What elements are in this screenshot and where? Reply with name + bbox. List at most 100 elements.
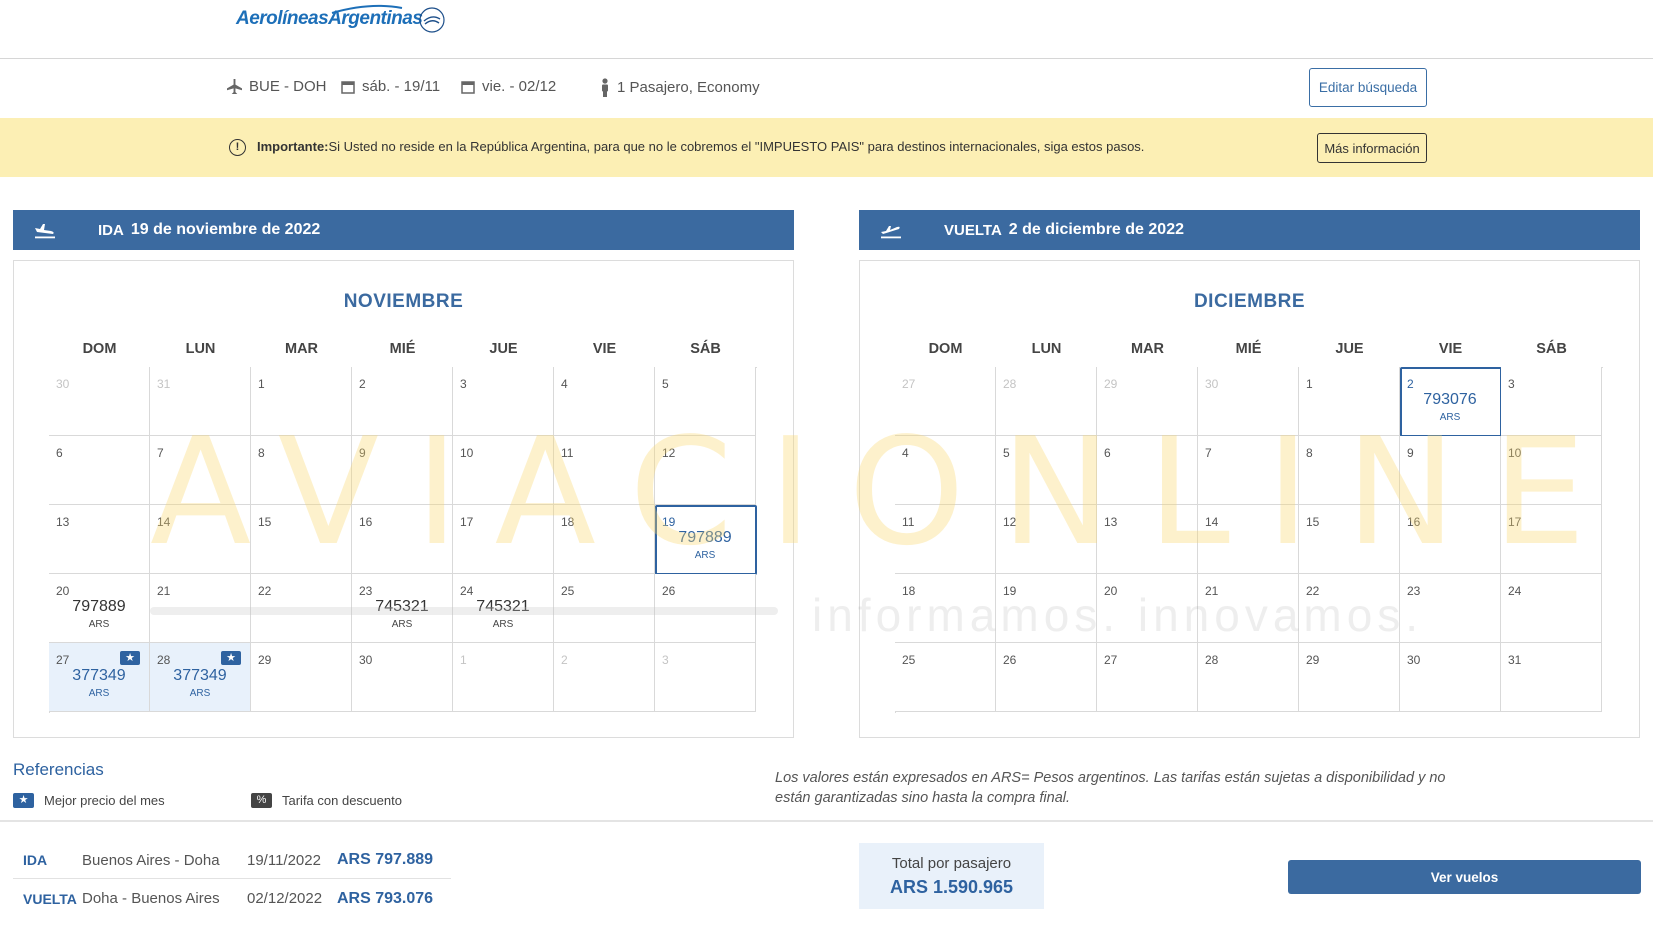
- calendar-day[interactable]: 21: [150, 574, 251, 643]
- calendar-day[interactable]: 15: [251, 505, 352, 574]
- calendar-day[interactable]: 30: [1400, 643, 1501, 712]
- calendar-icon: [461, 80, 475, 94]
- leg-row-ida: IDA Buenos Aires - Doha 19/11/2022 ARS 7…: [13, 842, 451, 879]
- calendar-day[interactable]: 22: [251, 574, 352, 643]
- calendar-day[interactable]: 25: [554, 574, 655, 643]
- calendar-day[interactable]: 8: [251, 436, 352, 505]
- month-title: DICIEMBRE: [1193, 291, 1306, 312]
- calendar-day[interactable]: 6: [1097, 436, 1198, 505]
- calendar-day[interactable]: 16: [1400, 505, 1501, 574]
- calendar-day: 27: [895, 367, 996, 436]
- logo-swoosh-icon: [331, 4, 403, 14]
- calendar-day[interactable]: 5: [655, 367, 756, 436]
- weekday-header: LUN: [1031, 341, 1062, 357]
- leg-row-vuelta: VUELTA Doha - Buenos Aires 02/12/2022 AR…: [13, 880, 451, 917]
- calendar-day[interactable]: 23 745321 ARS: [352, 574, 453, 643]
- day-number: 6: [56, 446, 63, 460]
- calendar-day[interactable]: 26: [655, 574, 756, 643]
- calendar-day[interactable]: 24: [1501, 574, 1602, 643]
- calendar-day[interactable]: 28: [1198, 643, 1299, 712]
- calendar-day[interactable]: 19: [996, 574, 1097, 643]
- day-number: 5: [662, 377, 669, 391]
- calendar-day[interactable]: 26: [996, 643, 1097, 712]
- calendar-day[interactable]: 10: [1501, 436, 1602, 505]
- day-number: 21: [1205, 584, 1219, 598]
- calendar-day[interactable]: 21: [1198, 574, 1299, 643]
- day-number: 30: [56, 377, 70, 391]
- calendar-day[interactable]: 24 745321 ARS: [453, 574, 554, 643]
- calendar-day[interactable]: 4: [554, 367, 655, 436]
- calendar-day[interactable]: 29: [251, 643, 352, 712]
- calendar-day[interactable]: 16: [352, 505, 453, 574]
- edit-search-button[interactable]: Editar búsqueda: [1309, 68, 1427, 107]
- day-number: 29: [258, 653, 272, 667]
- calendar-day[interactable]: 2: [352, 367, 453, 436]
- day-number: 31: [1508, 653, 1522, 667]
- day-number: 1: [460, 653, 467, 667]
- weekday-header: MAR: [284, 341, 319, 357]
- calendar-day[interactable]: 7: [150, 436, 251, 505]
- day-number: 5: [1003, 446, 1010, 460]
- calendar-day[interactable]: 17: [1501, 505, 1602, 574]
- calendar-day[interactable]: 3: [1501, 367, 1602, 436]
- day-number: 2: [561, 653, 568, 667]
- calendar-day[interactable]: 9: [1400, 436, 1501, 505]
- calendar-day[interactable]: 1: [251, 367, 352, 436]
- calendar-day[interactable]: 9: [352, 436, 453, 505]
- calendar-day[interactable]: 14: [150, 505, 251, 574]
- day-number: 28: [1003, 377, 1017, 391]
- day-number: 27: [56, 653, 70, 667]
- day-price: 377349: [72, 667, 126, 684]
- calendar-day[interactable]: 8: [1299, 436, 1400, 505]
- calendar-day[interactable]: 13: [1097, 505, 1198, 574]
- ref-best-price: ★ Mejor precio del mes: [13, 793, 165, 808]
- view-flights-button[interactable]: Ver vuelos: [1288, 860, 1641, 894]
- calendar-day[interactable]: 23: [1400, 574, 1501, 643]
- calendar-day[interactable]: 1: [1299, 367, 1400, 436]
- references-title: Referencias: [13, 760, 104, 779]
- calendar-day[interactable]: 11: [895, 505, 996, 574]
- calendar-day[interactable]: 10: [453, 436, 554, 505]
- calendar-day[interactable]: 22: [1299, 574, 1400, 643]
- day-number: 18: [902, 584, 916, 598]
- calendar-day[interactable]: 11: [554, 436, 655, 505]
- calendar-day[interactable]: 6: [49, 436, 150, 505]
- calendar-day[interactable]: 18: [895, 574, 996, 643]
- calendar-day: 30: [49, 367, 150, 436]
- ref-discount: % Tarifa con descuento: [251, 793, 402, 808]
- calendar-day[interactable]: 15: [1299, 505, 1400, 574]
- calendar-day[interactable]: 28 377349 ARS ★: [150, 643, 251, 712]
- ref-discount-label: Tarifa con descuento: [282, 793, 402, 808]
- calendar-day[interactable]: 17: [453, 505, 554, 574]
- weekday-header: DOM: [82, 341, 117, 357]
- calendar-day[interactable]: 2 793076 ARS: [1400, 367, 1501, 436]
- calendar-day[interactable]: 18: [554, 505, 655, 574]
- calendar-day[interactable]: 12: [655, 436, 756, 505]
- calendar-day[interactable]: 7: [1198, 436, 1299, 505]
- day-number: 26: [1003, 653, 1017, 667]
- calendar-day[interactable]: 31: [1501, 643, 1602, 712]
- calendar-day[interactable]: 19 797889 ARS: [655, 505, 756, 574]
- calendar-day[interactable]: 20 797889 ARS: [49, 574, 150, 643]
- more-info-button[interactable]: Más información: [1317, 133, 1427, 163]
- weekday-header: VIE: [1438, 341, 1463, 357]
- calendar-day[interactable]: 12: [996, 505, 1097, 574]
- calendar-day[interactable]: 13: [49, 505, 150, 574]
- calendar-day[interactable]: 3: [453, 367, 554, 436]
- day-number: 10: [460, 446, 474, 460]
- calendar-day[interactable]: 25: [895, 643, 996, 712]
- calendar-day[interactable]: 29: [1299, 643, 1400, 712]
- calendar-day[interactable]: 14: [1198, 505, 1299, 574]
- leg-amount: ARS 793.076: [337, 889, 434, 907]
- day-number: 17: [1508, 515, 1522, 529]
- calendar-day[interactable]: 5: [996, 436, 1097, 505]
- calendar-day[interactable]: 4: [895, 436, 996, 505]
- calendar-day[interactable]: 27 377349 ARS ★: [49, 643, 150, 712]
- calendar-day[interactable]: 30: [352, 643, 453, 712]
- best-price-star-icon: ★: [221, 651, 241, 665]
- day-number: 16: [1407, 515, 1421, 529]
- calendar-day[interactable]: 20: [1097, 574, 1198, 643]
- day-number: 2: [1407, 377, 1414, 391]
- weekday-header: MIÉ: [1235, 341, 1262, 357]
- calendar-day[interactable]: 27: [1097, 643, 1198, 712]
